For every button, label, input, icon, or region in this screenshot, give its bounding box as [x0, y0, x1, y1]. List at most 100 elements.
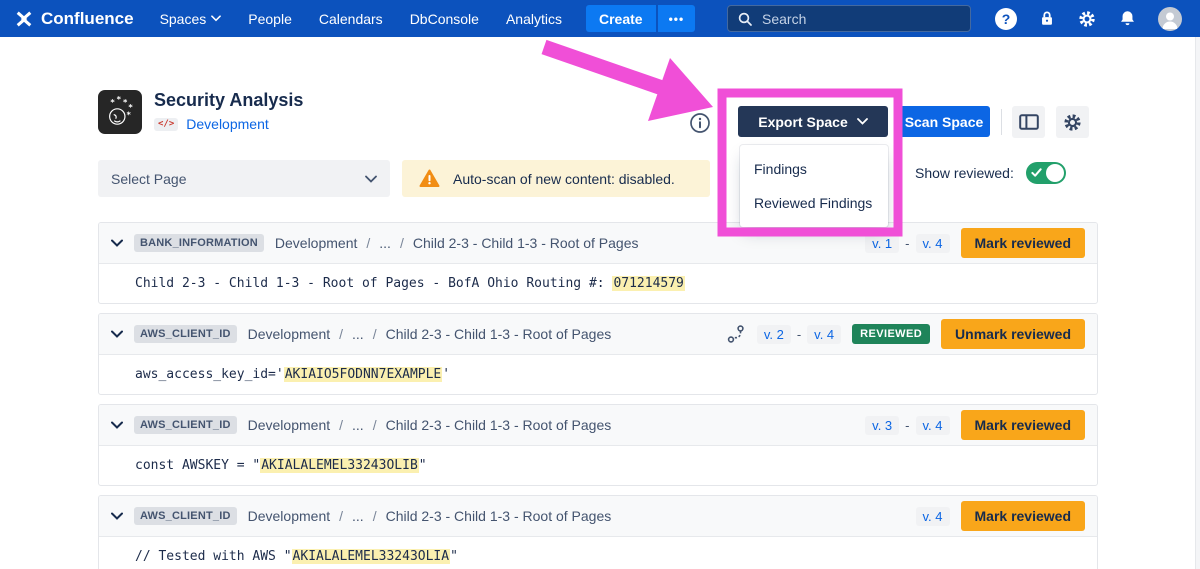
chevron-down-icon[interactable]: [111, 512, 123, 520]
finding-header: AWS_CLIENT_ID Development / ... / Child …: [99, 496, 1097, 537]
breadcrumb-ellipsis[interactable]: ...: [352, 417, 364, 433]
breadcrumb-space[interactable]: Development: [248, 508, 331, 524]
version-link[interactable]: v. 2: [757, 325, 791, 344]
nav-item-calendars[interactable]: Calendars: [319, 11, 383, 27]
export-menu-item[interactable]: Findings: [740, 152, 888, 186]
finding-card: BANK_INFORMATION Development / ... / Chi…: [98, 222, 1098, 304]
page-title: Security Analysis: [154, 90, 303, 111]
search-box[interactable]: [727, 5, 971, 32]
chevron-down-icon: [365, 175, 377, 183]
export-menu-item[interactable]: Reviewed Findings: [740, 186, 888, 220]
create-button[interactable]: Create: [586, 5, 656, 32]
code-type-icon: </>: [154, 118, 178, 131]
breadcrumb-separator: /: [373, 417, 377, 433]
search-input[interactable]: [760, 10, 960, 28]
code-highlight: AKIALALEMEL33243OLIB: [260, 458, 419, 473]
version-links: v. 4: [916, 507, 950, 526]
info-icon[interactable]: [689, 112, 711, 134]
breadcrumb-space[interactable]: Development: [248, 326, 331, 342]
version-link[interactable]: v. 3: [865, 416, 899, 435]
nav-item-dbconsole[interactable]: DbConsole: [410, 11, 479, 27]
version-link[interactable]: v. 4: [916, 416, 950, 435]
space-link[interactable]: Development: [186, 116, 269, 132]
layout-panel-icon: [1019, 114, 1039, 130]
code-pre: aws_access_key_id=': [135, 367, 284, 382]
breadcrumb-space[interactable]: Development: [248, 417, 331, 433]
space-breadcrumb: </> Development: [154, 116, 269, 132]
version-separator: -: [905, 418, 909, 433]
findings-list: BANK_INFORMATION Development / ... / Chi…: [98, 222, 1098, 569]
chevron-down-icon[interactable]: [111, 330, 123, 338]
chevron-down-icon[interactable]: [111, 239, 123, 247]
nav-more-button[interactable]: •••: [658, 5, 696, 32]
finding-header: AWS_CLIENT_ID Development / ... / Child …: [99, 314, 1097, 355]
version-link[interactable]: v. 4: [916, 234, 950, 253]
help-icon[interactable]: ?: [995, 8, 1017, 30]
code-highlight: AKIALALEMEL33243OLIA: [292, 549, 451, 564]
layout-panel-button[interactable]: [1012, 106, 1045, 138]
breadcrumb-page[interactable]: Child 2-3 - Child 1-3 - Root of Pages: [386, 417, 612, 433]
show-reviewed-toggle[interactable]: [1026, 162, 1066, 184]
breadcrumb: Development / ... / Child 2-3 - Child 1-…: [248, 508, 612, 524]
version-link[interactable]: v. 4: [807, 325, 841, 344]
review-action-button[interactable]: Mark reviewed: [961, 410, 1086, 440]
breadcrumb-ellipsis[interactable]: ...: [352, 326, 364, 342]
breadcrumb-separator: /: [373, 508, 377, 524]
page-scrollbar[interactable]: [1195, 37, 1200, 569]
breadcrumb-separator: /: [339, 417, 343, 433]
review-action-button[interactable]: Mark reviewed: [961, 228, 1086, 258]
breadcrumb-separator: /: [339, 508, 343, 524]
show-reviewed-label: Show reviewed:: [915, 165, 1014, 181]
finding-snippet: aws_access_key_id='AKIAIO5FODNN7EXAMPLE': [99, 355, 1097, 394]
bell-icon[interactable]: [1118, 9, 1137, 28]
autoscan-warning-banner: Auto-scan of new content: disabled.: [402, 160, 710, 197]
version-links: v. 1-v. 4: [865, 234, 949, 253]
finding-type-badge: AWS_CLIENT_ID: [134, 325, 237, 343]
user-avatar[interactable]: [1158, 7, 1182, 31]
gear-icon[interactable]: [1077, 9, 1097, 29]
nav-menu: Spaces People Calendars DbConsole Analytics: [160, 11, 562, 27]
breadcrumb-page[interactable]: Child 2-3 - Child 1-3 - Root of Pages: [413, 235, 639, 251]
check-icon: [1031, 167, 1042, 178]
version-links: v. 2-v. 4: [757, 325, 841, 344]
version-separator: -: [905, 236, 909, 251]
space-avatar[interactable]: *****: [98, 90, 142, 134]
version-link[interactable]: v. 1: [865, 234, 899, 253]
settings-button[interactable]: [1056, 106, 1089, 138]
nav-item-analytics[interactable]: Analytics: [506, 11, 562, 27]
breadcrumb-ellipsis[interactable]: ...: [352, 508, 364, 524]
annotation-arrow-shaft: [544, 47, 665, 89]
finding-snippet: Child 2-3 - Child 1-3 - Root of Pages - …: [99, 264, 1097, 303]
export-space-menu: FindingsReviewed Findings: [740, 145, 888, 227]
review-action-button[interactable]: Unmark reviewed: [941, 319, 1085, 349]
nav-item-spaces[interactable]: Spaces: [160, 11, 222, 27]
finding-card: AWS_CLIENT_ID Development / ... / Child …: [98, 495, 1098, 569]
top-nav: Confluence Spaces People Calendars DbConsol…: [0, 0, 1200, 37]
toggle-knob: [1046, 164, 1064, 182]
finding-type-badge: AWS_CLIENT_ID: [134, 416, 237, 434]
breadcrumb: Development / ... / Child 2-3 - Child 1-…: [248, 417, 612, 433]
nav-item-people[interactable]: People: [248, 11, 292, 27]
breadcrumb-page[interactable]: Child 2-3 - Child 1-3 - Root of Pages: [386, 326, 612, 342]
chevron-down-icon[interactable]: [111, 421, 123, 429]
select-page-dropdown[interactable]: Select Page: [98, 160, 390, 197]
finding-card: AWS_CLIENT_ID Development / ... / Child …: [98, 313, 1098, 395]
version-link[interactable]: v. 4: [916, 507, 950, 526]
warning-icon: [419, 169, 440, 188]
scan-space-button[interactable]: Scan Space: [898, 106, 990, 137]
finding-header: BANK_INFORMATION Development / ... / Chi…: [99, 223, 1097, 264]
confluence-brand[interactable]: Confluence: [14, 9, 134, 29]
finding-type-badge: AWS_CLIENT_ID: [134, 507, 237, 525]
search-icon: [738, 12, 752, 26]
breadcrumb-space[interactable]: Development: [275, 235, 358, 251]
breadcrumb-separator: /: [339, 326, 343, 342]
export-space-button[interactable]: Export Space: [738, 106, 888, 137]
lock-icon[interactable]: [1038, 9, 1056, 28]
svg-text:*: *: [116, 94, 121, 104]
branch-history-icon[interactable]: [726, 324, 746, 344]
breadcrumb-page[interactable]: Child 2-3 - Child 1-3 - Root of Pages: [386, 508, 612, 524]
review-action-button[interactable]: Mark reviewed: [961, 501, 1086, 531]
code-post: ': [442, 367, 450, 382]
breadcrumb-ellipsis[interactable]: ...: [379, 235, 391, 251]
breadcrumb-separator: /: [366, 235, 370, 251]
